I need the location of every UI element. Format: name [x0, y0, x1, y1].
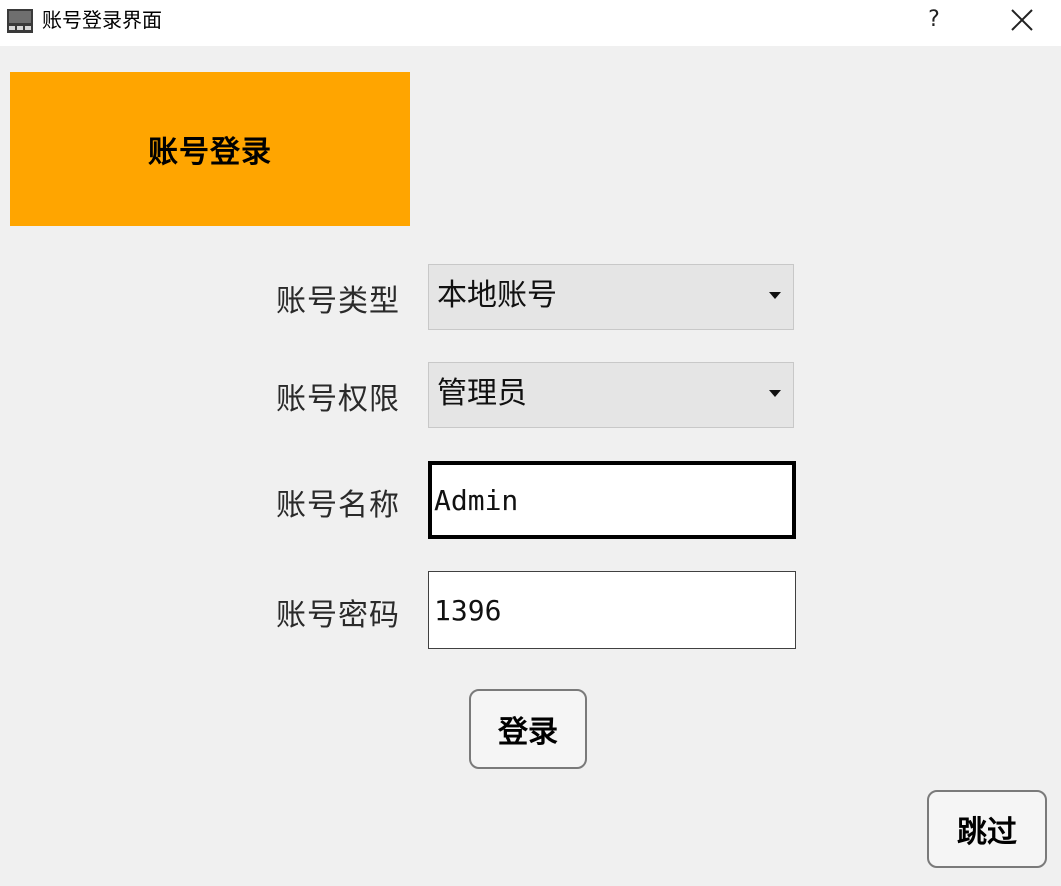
dropdown-arrow-icon: [769, 390, 781, 397]
close-icon: [1011, 9, 1033, 31]
close-button[interactable]: [1000, 4, 1044, 36]
login-window: 账号登录界面 ? 账号登录 账号类型 本地账号 账号权限 管理员 账号名称 账号…: [0, 0, 1061, 886]
account-password-label: 账号密码: [276, 598, 400, 633]
window-title: 账号登录界面: [42, 8, 162, 32]
account-password-input[interactable]: [428, 571, 796, 649]
account-type-label: 账号类型: [276, 284, 400, 319]
dropdown-arrow-icon: [769, 292, 781, 299]
skip-button[interactable]: 跳过: [927, 790, 1047, 868]
account-name-input[interactable]: [428, 461, 796, 539]
account-name-label: 账号名称: [276, 488, 400, 523]
app-icon: [7, 9, 33, 33]
title-bar: 账号登录界面 ?: [0, 0, 1061, 46]
account-type-value: 本地账号: [437, 278, 557, 313]
account-type-select[interactable]: 本地账号: [428, 264, 794, 330]
help-button[interactable]: ?: [916, 4, 952, 36]
account-permission-value: 管理员: [437, 376, 527, 411]
login-button[interactable]: 登录: [469, 689, 587, 769]
account-permission-label: 账号权限: [276, 382, 400, 417]
banner-title: 账号登录: [148, 135, 272, 170]
account-permission-select[interactable]: 管理员: [428, 362, 794, 428]
login-banner: 账号登录: [10, 72, 410, 226]
